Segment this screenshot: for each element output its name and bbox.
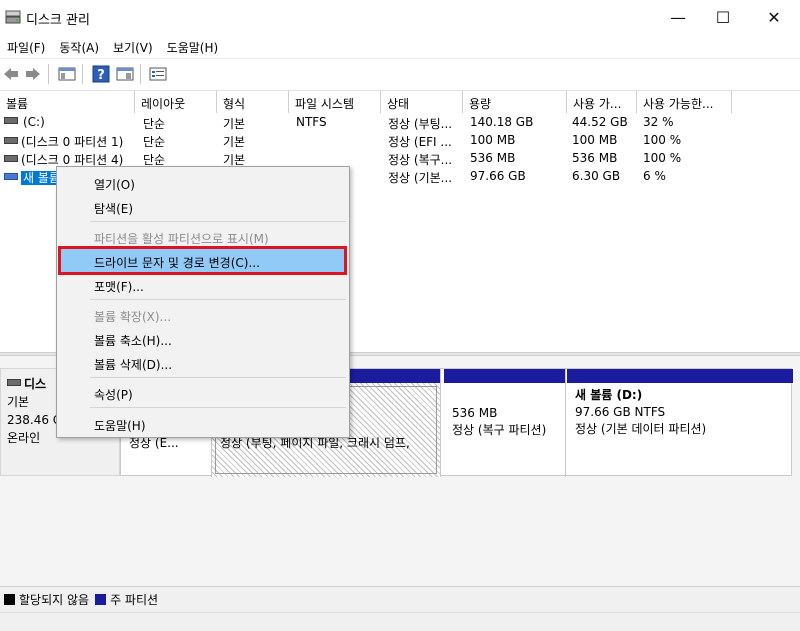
menu-separator — [90, 299, 346, 300]
properties-icon[interactable] — [116, 65, 134, 83]
help-icon[interactable]: ? — [92, 65, 110, 83]
drive-icon — [4, 117, 18, 124]
menu-separator — [90, 407, 346, 408]
column-status[interactable]: 상태 — [381, 91, 463, 113]
column-free-space[interactable]: 사용 가... — [567, 91, 637, 113]
partition-status: 정상 (기본 데이터 파티션) — [575, 422, 707, 436]
menu-action[interactable]: 동작(A) — [52, 34, 106, 58]
partition-label: 새 볼륨 (D:) — [575, 388, 643, 402]
menu-item-delete-volume[interactable]: 볼륨 삭제(D)... — [59, 351, 347, 375]
percent-cell: 100 % — [643, 151, 682, 165]
window-title: 디스크 관리 — [26, 13, 90, 28]
percent-cell: 6 % — [643, 169, 666, 183]
menu-item-properties[interactable]: 속성(P) — [59, 381, 347, 405]
table-row[interactable]: (디스크 0 파티션 1) 단순 기본 정상 (EFI ... 100 MB 1… — [0, 132, 800, 150]
capacity-cell: 97.66 GB — [470, 169, 526, 183]
status-cell: 정상 (EFI ... — [388, 135, 452, 149]
unallocated-swatch — [4, 594, 15, 605]
minimize-button[interactable]: — — [655, 0, 701, 34]
column-volume[interactable]: 볼륨 — [0, 91, 135, 113]
menu-item-format[interactable]: 포맷(F)... — [59, 273, 347, 297]
menu-separator — [90, 377, 346, 378]
status-cell: 정상 (복구... — [388, 153, 453, 167]
console-tree-icon[interactable] — [58, 65, 76, 83]
menu-item-extend-volume: 볼륨 확장(X)... — [94, 310, 172, 324]
volume-name: (C:) — [23, 115, 45, 129]
drive-icon — [4, 173, 18, 180]
partition-status: 정상 (복구 파티션) — [452, 423, 547, 437]
drive-icon — [4, 137, 18, 144]
status-cell: 정상 (부팅... — [388, 117, 453, 131]
partition-size: 536 MB — [452, 406, 498, 420]
partition-d[interactable]: 새 볼륨 (D:) 97.66 GB NTFS 정상 (기본 데이터 파티션) — [567, 369, 793, 477]
status-cell: 정상 (기본... — [388, 171, 453, 185]
menu-bar: 파일(F) 동작(A) 보기(V) 도움말(H) — [0, 34, 800, 58]
highlight-annotation-box — [58, 246, 347, 275]
column-layout[interactable]: 레이아웃 — [135, 91, 217, 113]
primary-partition-bar — [444, 369, 565, 383]
menu-help[interactable]: 도움말(H) — [160, 34, 226, 58]
column-percent-free[interactable]: 사용 가능한... — [637, 91, 732, 113]
layout-cell: 단순 — [143, 117, 166, 131]
layout-cell: 단순 — [143, 135, 166, 149]
primary-partition-bar — [567, 369, 793, 383]
drive-icon — [4, 155, 18, 162]
menu-view[interactable]: 보기(V) — [106, 34, 160, 58]
menu-separator — [90, 221, 346, 222]
column-file-system[interactable]: 파일 시스템 — [289, 91, 381, 113]
type-cell: 기본 — [223, 117, 246, 131]
title-bar: 디스크 관리 — ☐ ✕ — [0, 0, 800, 34]
disk-management-app-icon — [5, 10, 21, 24]
legend: 할당되지 않음 주 파티션 — [0, 586, 800, 612]
menu-item-open[interactable]: 열기(O) — [59, 171, 347, 195]
menu-item-help[interactable]: 도움말(H) — [59, 412, 347, 436]
toolbar-separator — [140, 64, 141, 84]
partition-recovery[interactable]: 536 MB 정상 (복구 파티션) — [444, 369, 566, 477]
forward-arrow-icon[interactable] — [24, 65, 42, 83]
fs-cell: NTFS — [296, 115, 327, 129]
toolbar: ? — [0, 58, 800, 88]
menu-item-explore[interactable]: 탐색(E) — [59, 195, 347, 219]
free-cell: 100 MB — [572, 133, 618, 147]
free-cell: 6.30 GB — [572, 169, 621, 183]
disk-name: 디스 — [24, 377, 47, 391]
legend-primary: 주 파티션 — [110, 593, 159, 607]
column-capacity[interactable]: 용량 — [463, 91, 567, 113]
list-view-icon[interactable] — [149, 65, 167, 83]
free-cell: 44.52 GB — [572, 115, 628, 129]
capacity-cell: 140.18 GB — [470, 115, 534, 129]
column-type[interactable]: 형식 — [217, 91, 289, 113]
disk-icon — [7, 379, 21, 386]
type-cell: 기본 — [223, 135, 246, 149]
primary-swatch — [95, 594, 107, 605]
free-cell: 536 MB — [572, 151, 618, 165]
status-bar — [0, 612, 800, 631]
close-button[interactable]: ✕ — [751, 0, 797, 34]
volume-name: (디스크 0 파티션 1) — [21, 135, 124, 149]
back-arrow-icon[interactable] — [2, 65, 20, 83]
menu-item-shrink-volume[interactable]: 볼륨 축소(H)... — [59, 327, 347, 351]
toolbar-separator — [48, 64, 49, 84]
table-header: 볼륨 레이아웃 형식 파일 시스템 상태 용량 사용 가... 사용 가능한..… — [0, 91, 800, 113]
toolbar-separator — [82, 64, 83, 84]
percent-cell: 100 % — [643, 133, 682, 147]
svg-text:?: ? — [97, 68, 105, 83]
context-menu: 열기(O) 탐색(E) 파티션을 활성 파티션으로 표시(M) 드라이브 문자 … — [56, 166, 350, 438]
table-row[interactable]: (C:) 단순 기본 NTFS 정상 (부팅... 140.18 GB 44.5… — [0, 114, 800, 132]
menu-file[interactable]: 파일(F) — [0, 34, 52, 58]
partition-size: 97.66 GB NTFS — [575, 405, 666, 419]
percent-cell: 32 % — [643, 115, 674, 129]
legend-unallocated: 할당되지 않음 — [19, 593, 90, 607]
capacity-cell: 536 MB — [470, 151, 516, 165]
maximize-button[interactable]: ☐ — [700, 0, 746, 34]
capacity-cell: 100 MB — [470, 133, 516, 147]
volume-name: (디스크 0 파티션 4) — [21, 153, 124, 167]
